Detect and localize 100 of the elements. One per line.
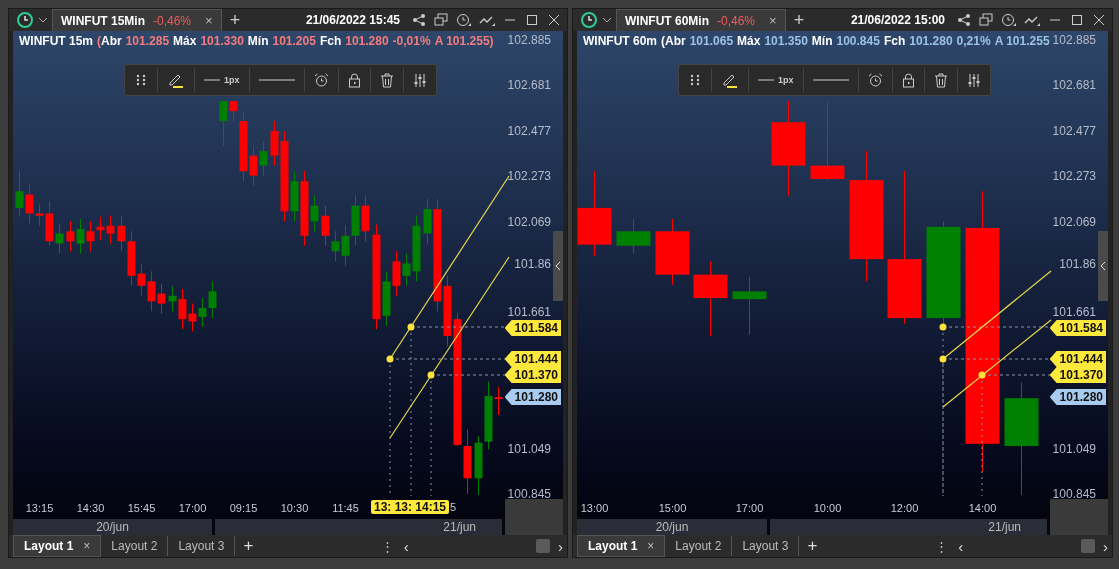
axis-corner [1050,517,1108,535]
quote-label: WINFUT 15m [19,34,93,48]
quote-value: 101.330 [200,34,244,48]
time-axis-label: 13:00 [579,502,610,514]
quote-value: 100.845 [836,34,880,48]
line-handle[interactable] [939,355,947,363]
line-handle[interactable] [939,323,947,331]
line-width-button[interactable]: 1px [758,75,794,85]
quote-label: (Abr [661,34,686,48]
chart-tab[interactable]: WINFUT 15Min -0,46% × [52,9,222,31]
datetime-label: 21/06/2022 15:00 [850,13,945,27]
quote-label: Abr [101,34,122,48]
chart-tab[interactable]: WINFUT 60Min -0,46% × [616,9,786,31]
clock-icon[interactable] [16,11,34,29]
add-tab-button[interactable]: + [793,9,805,31]
tab-title: WINFUT 15Min [61,13,145,28]
price-axis-label: 102.273 [1052,169,1096,184]
scroll-thumb[interactable] [1081,539,1095,553]
close-layout-button[interactable]: × [647,539,655,553]
quote-value: 101.065 [689,34,734,48]
clock-icon[interactable] [1001,13,1016,27]
trend-line[interactable] [389,256,510,439]
layout-tab[interactable]: Layout 3 [168,536,236,556]
more-button[interactable]: ⋮ [380,538,394,554]
scroll-left-button[interactable]: ‹ [403,537,409,555]
close-icon[interactable] [1092,13,1106,27]
line-style-icon[interactable] [258,77,295,83]
settings-icon[interactable] [966,72,981,88]
add-layout-button[interactable]: + [243,536,254,556]
close-icon[interactable] [547,13,561,27]
price-axis-label: 101.86 [514,257,551,271]
layout-tab[interactable]: Layout 1 × [577,535,666,557]
quote-label: WINFUT 60m [583,34,657,48]
tab-change: -0,46% [717,13,756,28]
line-handle[interactable] [386,355,394,363]
price-tag: 101.370 [1049,367,1106,383]
close-tab-button[interactable]: × [769,13,777,28]
price-axis-label: 102.273 [507,169,551,184]
trash-icon[interactable] [379,72,394,88]
time-axis-label: 14:00 [967,502,998,514]
trend-line[interactable] [942,319,1052,408]
price-axis-label: 102.885 [1052,33,1096,47]
alarm-icon[interactable] [867,72,883,88]
price-axis-label: 102.069 [1052,214,1096,229]
price-axis-label: 101.049 [1052,441,1096,456]
time-axis-label: 15:45 [126,502,157,514]
line-handle[interactable] [427,371,435,379]
line-icon [758,78,774,82]
caret-icon[interactable] [38,16,48,24]
price-axis-label: 101.86 [1059,257,1096,271]
candle [655,218,690,286]
layout-tab[interactable]: Layout 3 [732,536,800,556]
drag-handle-icon[interactable] [134,73,148,87]
caret-icon[interactable] [602,16,612,24]
price-axis-label: 101.661 [507,305,551,320]
scroll-left-button[interactable]: ‹ [958,537,964,555]
quote-label: Mín [247,34,269,48]
side-panel-handle[interactable] [553,231,563,301]
quote-value: 0,21% [956,34,991,48]
trash-icon[interactable] [933,72,948,88]
quote-value: A 101.255) [434,34,494,48]
quote-label: Máx [737,34,761,48]
add-tab-button[interactable]: + [229,9,241,31]
clock-icon[interactable] [456,13,471,27]
time-axis-label: 17:00 [177,502,208,514]
windows-icon[interactable] [979,13,993,27]
line-style-icon[interactable] [812,77,849,83]
share-icon[interactable] [412,13,426,27]
more-button[interactable]: ⋮ [935,538,949,554]
scroll-thumb[interactable] [536,539,550,553]
layout-tab[interactable]: Layout 2 [101,536,169,556]
windows-icon[interactable] [434,13,448,27]
clock-icon[interactable] [580,11,598,29]
line-width-button[interactable]: 1px [204,75,240,85]
maximize-icon[interactable] [1070,13,1084,27]
layout-tab[interactable]: Layout 1 × [13,535,102,557]
pencil-icon[interactable] [167,72,185,88]
price-axis-label: 102.069 [507,214,551,229]
share-icon[interactable] [957,13,971,27]
quote-value: 101.350 [764,34,808,48]
time-axis-label: 10:30 [279,502,310,514]
line-handle[interactable] [978,371,986,379]
pencil-icon[interactable] [721,72,739,88]
close-layout-button[interactable]: × [83,539,91,553]
time-axis-label: 12:00 [889,502,920,514]
lock-icon[interactable] [347,72,361,88]
date-label: 21/jun [215,519,502,535]
alarm-icon[interactable] [313,72,329,88]
scroll-right-button[interactable]: › [1103,537,1108,555]
settings-icon[interactable] [412,72,427,88]
close-tab-button[interactable]: × [205,13,213,28]
scroll-right-button[interactable]: › [558,537,563,555]
add-layout-button[interactable]: + [807,536,818,556]
maximize-icon[interactable] [525,13,539,27]
side-panel-handle[interactable] [1098,231,1108,301]
layout-tab[interactable]: Layout 2 [665,536,733,556]
candle [616,218,651,255]
line-handle[interactable] [407,323,415,331]
drag-handle-icon[interactable] [688,73,702,87]
lock-icon[interactable] [901,72,915,88]
